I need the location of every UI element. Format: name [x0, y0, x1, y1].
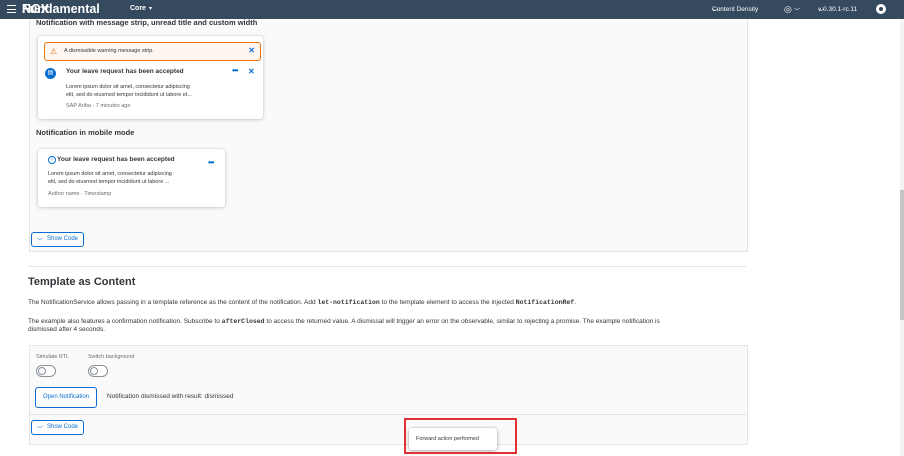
- chevron-down-icon: ﹀: [37, 427, 44, 433]
- open-notification-button[interactable]: Open Notification: [35, 387, 97, 408]
- mobile-notification-body-line-1: Lorem ipsum dolor sit amet, consectetur …: [48, 171, 172, 177]
- timestamp: Timestamp: [84, 191, 112, 197]
- notification-body-line-2: elit, sed do eiusmod tempor incididunt u…: [66, 92, 192, 98]
- switch-knob: [38, 367, 46, 375]
- github-icon[interactable]: [876, 4, 886, 14]
- warning-text: A dismissible warning message strip.: [64, 48, 154, 54]
- desc1-a: The NotificationService allows passing i…: [28, 299, 318, 306]
- content-density-label: Content Density: [712, 6, 759, 13]
- description-paragraph-2-line-2: dismissed after 4 seconds.: [28, 326, 105, 333]
- warning-icon: ⚠: [50, 47, 58, 56]
- calendar-icon: ▤: [45, 68, 56, 79]
- example-divider: [29, 414, 746, 415]
- warning-message-strip: ⚠ A dismissible warning message strip. ✕: [44, 42, 261, 61]
- notification-meta: SAP Ariba · 7 minutes ago: [66, 103, 131, 109]
- desc2-b: to access the returned value. A dismissa…: [264, 318, 660, 325]
- scrollbar-thumb[interactable]: [900, 190, 904, 320]
- close-icon[interactable]: ✕: [248, 46, 255, 55]
- author-name: Author name: [48, 191, 80, 197]
- switch-background-label: Switch background: [88, 354, 135, 360]
- simulate-rtl-label: Simulate RTL: [36, 354, 70, 360]
- more-options-icon[interactable]: •••: [208, 158, 214, 167]
- description-paragraph-2: The example also features a confirmation…: [28, 318, 660, 325]
- result-text: Notification dismissed with result: dism…: [107, 393, 234, 400]
- close-icon[interactable]: ✕: [248, 67, 255, 76]
- chevron-down-icon[interactable]: ▾: [149, 5, 152, 12]
- notification-source: SAP Ariba: [66, 103, 91, 109]
- version-menu[interactable]: v 0.30.1-rc.11 ﹀: [818, 6, 857, 16]
- chevron-down-icon: ﹀: [37, 239, 44, 245]
- simulate-rtl-switch[interactable]: [36, 365, 56, 377]
- desc2-code: afterClosed: [221, 318, 265, 325]
- desc1-code1: let-notification: [317, 299, 380, 306]
- desc1-b: to the template element to access the in…: [379, 299, 516, 306]
- info-icon: i: [48, 156, 56, 164]
- show-code-label: Show Code: [47, 236, 79, 242]
- shell-bar: Fundamental NGX Core ▾ Content Density ﹀ …: [0, 0, 904, 19]
- show-code-label: Show Code: [47, 424, 79, 430]
- show-code-button[interactable]: ﹀ Show Code: [31, 420, 84, 435]
- chevron-down-icon[interactable]: ﹀: [794, 6, 800, 15]
- strip-heading: Notification with message strip, unread …: [36, 18, 258, 27]
- desc2-a: The example also features a confirmation…: [28, 318, 222, 325]
- more-options-icon[interactable]: •••: [232, 66, 238, 75]
- switch-background-switch[interactable]: [88, 365, 108, 377]
- mobile-heading: Notification in mobile mode: [36, 128, 135, 137]
- product-menu[interactable]: Core: [130, 5, 146, 12]
- notification-title: Your leave request has been accepted: [66, 68, 184, 75]
- mobile-notification-meta: Author name · Timestamp: [48, 191, 112, 197]
- section-divider: [28, 266, 746, 267]
- show-code-button[interactable]: ﹀ Show Code: [31, 232, 84, 247]
- menu-icon[interactable]: [7, 5, 16, 14]
- description-paragraph-1: The NotificationService allows passing i…: [28, 299, 576, 306]
- desc1-c: .: [574, 299, 577, 306]
- version-label: v 0.30.1-rc.11: [818, 6, 858, 13]
- notification-body-line-1: Lorem ipsum dolor sit amet, consectetur …: [66, 84, 190, 90]
- highlight-box: [404, 418, 517, 454]
- notification-time: 7 minutes ago: [95, 103, 131, 109]
- switch-knob: [90, 367, 98, 375]
- desc1-code2: NotificationRef: [515, 299, 575, 306]
- mobile-notification-title: Your leave request has been accepted: [57, 156, 175, 163]
- section-title: Template as Content: [28, 276, 136, 288]
- brand-suffix: NGX: [22, 2, 50, 16]
- content-density-menu[interactable]: Content Density ﹀: [712, 6, 758, 16]
- theme-icon[interactable]: ◎: [784, 4, 792, 15]
- mobile-notification-body-line-2: elit, sed do eiusmod tempor incididunt u…: [48, 179, 170, 185]
